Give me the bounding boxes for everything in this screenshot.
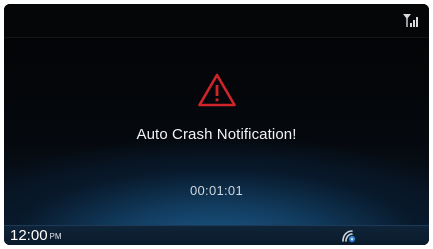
bottom-status-bar: 12:00 PM	[4, 225, 429, 245]
head-unit-display: Auto Crash Notification! 00:01:01 12:00 P…	[4, 4, 429, 245]
clock-ampm: PM	[49, 232, 62, 241]
crash-notification-panel: Auto Crash Notification! 00:01:01	[4, 38, 429, 231]
elapsed-timer: 00:01:01	[189, 183, 243, 198]
signal-strength-icon	[403, 14, 418, 27]
clock-time: 12:00	[10, 227, 48, 244]
phone-connection-icon	[342, 230, 356, 243]
notification-title: Auto Crash Notification!	[136, 126, 297, 143]
status-bar	[4, 4, 429, 38]
warning-triangle-icon	[197, 73, 236, 107]
clock: 12:00 PM	[10, 227, 62, 245]
